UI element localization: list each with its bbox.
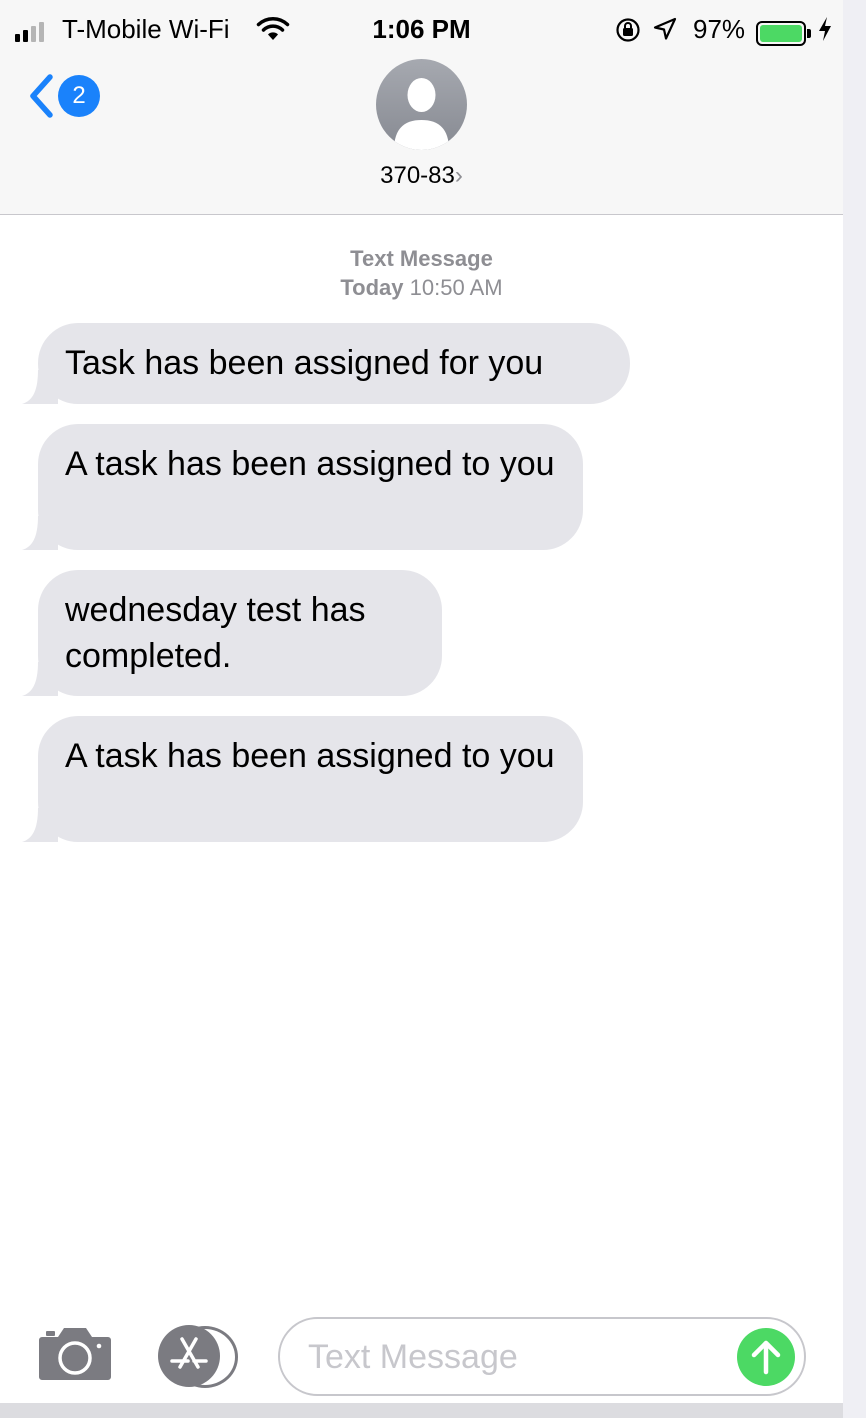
send-arrow-icon [751, 1340, 781, 1375]
conversation-header: T-Mobile Wi-Fi 1:06 PM 97% 2 370-83› [0, 0, 843, 215]
camera-button[interactable] [38, 1325, 112, 1386]
bubble-tail [22, 370, 58, 404]
rotation-lock-icon [614, 16, 642, 51]
message-input-placeholder: Text Message [308, 1338, 518, 1376]
message-bubble[interactable]: A task has been assigned to you [22, 716, 583, 842]
bubble-tail [22, 516, 58, 550]
bubble-tail [22, 808, 58, 842]
message-text: Task has been assigned for you [65, 344, 544, 382]
message-text: wednesday test has completed. [65, 591, 366, 675]
message-bubble[interactable]: Task has been assigned for you [22, 323, 630, 404]
app-store-button[interactable] [158, 1325, 220, 1387]
keyboard-edge [0, 1403, 843, 1418]
back-button[interactable]: 2 [28, 74, 100, 118]
person-silhouette-icon [394, 78, 449, 150]
conversation-timestamp: Text Message Today 10:50 AM [0, 244, 843, 302]
status-bar: T-Mobile Wi-Fi 1:06 PM 97% [0, 10, 843, 50]
message-bubble[interactable]: wednesday test has completed. [22, 570, 442, 696]
chevron-right-icon: › [454, 162, 463, 189]
message-text: A task has been assigned to you [65, 445, 555, 483]
timestamp-datetime: Today 10:50 AM [340, 275, 503, 300]
contact-number: 370-83 [380, 162, 455, 189]
contact-avatar[interactable] [376, 59, 467, 150]
chevron-left-icon [30, 74, 53, 118]
battery-percent: 97% [693, 14, 746, 44]
battery-icon [756, 21, 811, 46]
message-input[interactable]: Text Message [278, 1317, 806, 1396]
message-text: A task has been assigned to you [65, 737, 555, 775]
send-button[interactable] [737, 1328, 795, 1386]
right-edge-strip [843, 0, 866, 1418]
charging-bolt-icon [817, 16, 833, 49]
timestamp-service: Text Message [350, 246, 493, 271]
camera-icon [39, 1328, 111, 1380]
message-bubble[interactable]: A task has been assigned to you [22, 424, 583, 550]
unread-count-badge: 2 [58, 75, 100, 117]
contact-name-link[interactable]: 370-83› [0, 162, 843, 190]
app-store-icon [170, 1337, 208, 1369]
bubble-tail [22, 662, 58, 696]
location-arrow-icon [652, 16, 678, 49]
messages-screen: T-Mobile Wi-Fi 1:06 PM 97% 2 370-83› Tex… [0, 0, 843, 1418]
